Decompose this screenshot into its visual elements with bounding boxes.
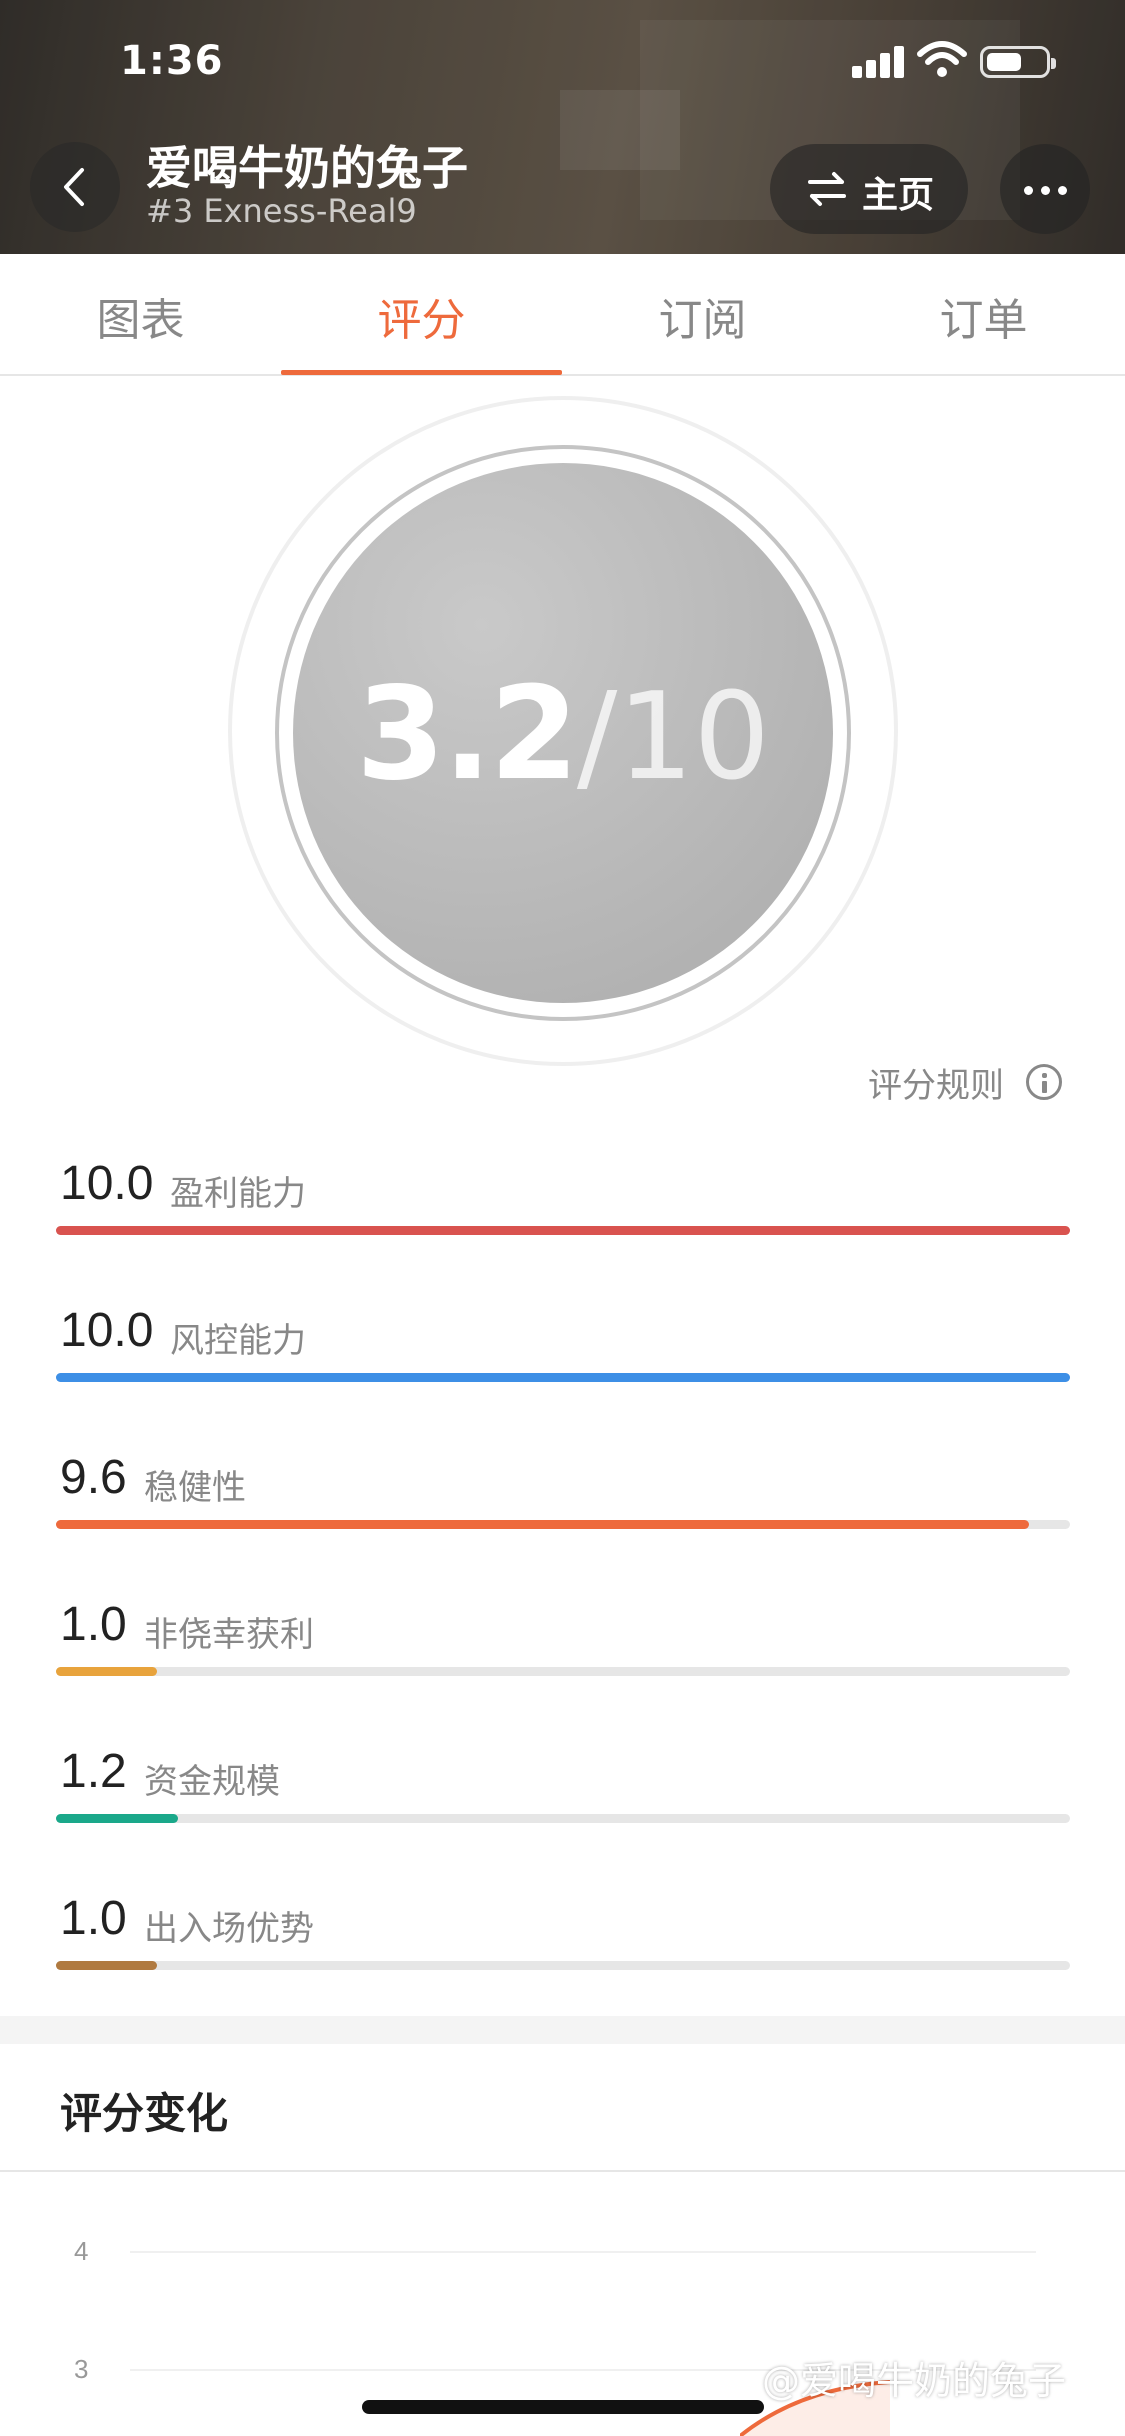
- home-button[interactable]: 主页: [770, 144, 968, 234]
- score-change-title: 评分变化: [60, 2089, 229, 2138]
- metric-bar-track: [56, 1226, 1070, 1235]
- metric-value: 10.0: [60, 1157, 154, 1210]
- metric-bar-fill: [56, 1814, 178, 1823]
- section-line: [0, 2170, 1125, 2172]
- page-title: 爱喝牛奶的兔子: [146, 141, 468, 195]
- score-value: 3.2: [356, 660, 579, 809]
- metric-label: 风控能力: [170, 1321, 306, 1361]
- metric-label: 稳健性: [144, 1468, 246, 1508]
- account-subtitle: #3 Exness-Real9: [146, 192, 417, 230]
- metric-bar-track: [56, 1961, 1070, 1970]
- metric-non-lucky-profit: 1.0 非侥幸获利: [0, 1597, 1125, 1717]
- metric-bar-fill: [56, 1520, 1030, 1529]
- metric-bar-fill: [56, 1961, 158, 1970]
- metric-bar-fill: [56, 1226, 1070, 1235]
- metric-bar-track: [56, 1667, 1070, 1676]
- metric-label: 出入场优势: [144, 1909, 314, 1949]
- cellular-signal-icon: [852, 44, 904, 78]
- score-total: /10: [576, 668, 770, 807]
- battery-icon: [980, 46, 1056, 78]
- more-icon: [1024, 186, 1033, 195]
- score-rules-link[interactable]: 评分规则: [868, 1058, 1004, 1107]
- tab-score[interactable]: 评分: [281, 284, 562, 348]
- tab-subscribe[interactable]: 订阅: [562, 284, 843, 348]
- tab-orders[interactable]: 订单: [843, 284, 1124, 348]
- metric-profitability: 10.0 盈利能力: [0, 1156, 1125, 1276]
- metric-stability: 9.6 稳健性: [0, 1450, 1125, 1570]
- swap-icon: [808, 172, 846, 206]
- profile-header: 1:36 爱喝牛奶的兔子 #3 Exness-Real9 主页: [0, 0, 1125, 254]
- metric-value: 9.6: [60, 1451, 127, 1504]
- metric-value: 1.2: [60, 1745, 127, 1798]
- home-button-label: 主页: [862, 175, 935, 216]
- metric-bar-track: [56, 1814, 1070, 1823]
- y-tick-label: 4: [74, 2236, 89, 2266]
- watermark: @爱喝牛奶的兔子: [762, 2359, 1067, 2403]
- wifi-icon: [917, 41, 967, 77]
- overall-score: 3.2/10: [293, 660, 833, 809]
- y-tick-label: 3: [74, 2354, 89, 2384]
- metric-label: 盈利能力: [170, 1174, 306, 1214]
- back-button[interactable]: [30, 142, 120, 232]
- tab-chart[interactable]: 图表: [0, 284, 281, 348]
- section-divider: [0, 2016, 1125, 2044]
- metric-bar-track: [56, 1373, 1070, 1382]
- header-backdrop-screen: [560, 90, 680, 170]
- metric-value: 1.0: [60, 1892, 127, 1945]
- grid-line: [130, 2251, 1036, 2253]
- metric-bar-fill: [56, 1373, 1070, 1382]
- info-icon[interactable]: [1026, 1064, 1062, 1100]
- active-tab-indicator: [281, 370, 562, 375]
- metric-label: 资金规模: [144, 1762, 280, 1802]
- home-indicator[interactable]: [362, 2400, 764, 2414]
- metric-value: 10.0: [60, 1304, 154, 1357]
- metric-entry-exit-advantage: 1.0 出入场优势: [0, 1891, 1125, 2011]
- metric-value: 1.0: [60, 1598, 127, 1651]
- chevron-left-icon: [64, 168, 84, 206]
- metric-risk-control: 10.0 风控能力: [0, 1303, 1125, 1423]
- metric-bar-fill: [56, 1667, 158, 1676]
- more-options-button[interactable]: [1000, 144, 1090, 234]
- status-time: 1:36: [120, 38, 224, 84]
- metric-bar-track: [56, 1520, 1070, 1529]
- metric-label: 非侥幸获利: [144, 1615, 314, 1655]
- tab-bar: 图表 评分 订阅 订单: [0, 254, 1125, 376]
- metric-capital-scale: 1.2 资金规模: [0, 1744, 1125, 1864]
